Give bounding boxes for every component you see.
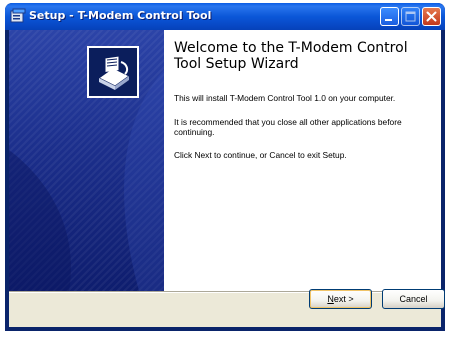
page-title: Welcome to the T-Modem Control Tool Setu…: [174, 40, 408, 72]
title-bar[interactable]: Setup - T-Modem Control Tool: [5, 3, 445, 30]
maximize-button[interactable]: [401, 7, 420, 26]
instruction-text: Click Next to continue, or Cancel to exi…: [174, 150, 347, 160]
maximize-icon: [405, 11, 416, 22]
wizard-side-banner: [9, 30, 164, 291]
minimize-icon: [385, 19, 392, 21]
wizard-content: Welcome to the T-Modem Control Tool Setu…: [164, 30, 441, 291]
install-info-text: This will install T-Modem Control Tool 1…: [174, 93, 396, 103]
footer-separator: [9, 291, 441, 293]
cancel-button[interactable]: Cancel: [382, 289, 445, 309]
close-icon: [426, 11, 437, 22]
next-button[interactable]: Next >: [309, 289, 372, 309]
window-title: Setup - T-Modem Control Tool: [29, 9, 212, 22]
close-button[interactable]: [422, 7, 441, 26]
next-button-label: Next >: [327, 294, 353, 304]
setup-installer-icon: [10, 8, 26, 23]
installer-box-icon: [87, 46, 139, 98]
wizard-client-area: Welcome to the T-Modem Control Tool Setu…: [9, 30, 441, 327]
setup-window: Setup - T-Modem Control Tool Welcome to …: [5, 3, 445, 331]
recommendation-text: It is recommended that you close all oth…: [174, 117, 402, 137]
next-label-rest: ext >: [333, 294, 354, 304]
minimize-button[interactable]: [380, 7, 399, 26]
